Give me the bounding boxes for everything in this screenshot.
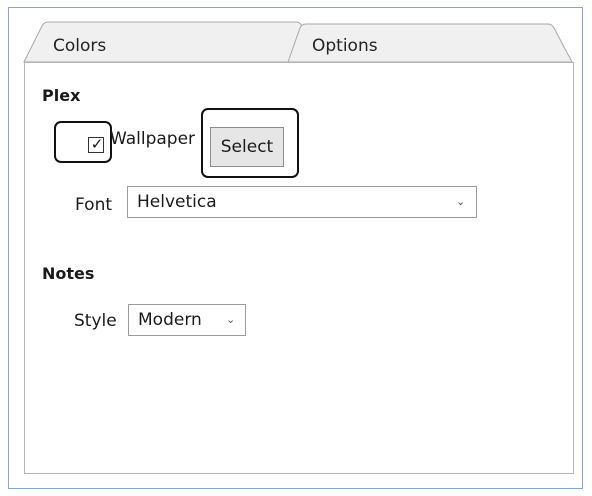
style-combobox[interactable]: Modern ⌄ — [128, 304, 246, 336]
style-value: Modern — [138, 310, 202, 330]
checkmark-icon: ✓ — [90, 135, 104, 153]
plex-group-title: Plex — [42, 86, 81, 105]
tab-colors[interactable]: Colors — [53, 36, 106, 56]
notes-group-title: Notes — [42, 264, 95, 283]
font-value: Helvetica — [137, 192, 217, 212]
wallpaper-checkbox[interactable]: ✓ — [88, 135, 104, 153]
wallpaper-label: Wallpaper — [110, 129, 196, 149]
chevron-down-icon: ⌄ — [226, 313, 236, 326]
select-button[interactable]: Select — [210, 127, 284, 167]
font-combobox[interactable]: Helvetica ⌄ — [127, 186, 477, 218]
tab-strip — [23, 21, 573, 63]
tab-options[interactable]: Options — [312, 36, 378, 56]
chevron-down-icon: ⌄ — [456, 195, 466, 208]
font-label: Font — [75, 195, 113, 215]
style-label: Style — [74, 311, 117, 331]
options-panel — [24, 62, 574, 474]
